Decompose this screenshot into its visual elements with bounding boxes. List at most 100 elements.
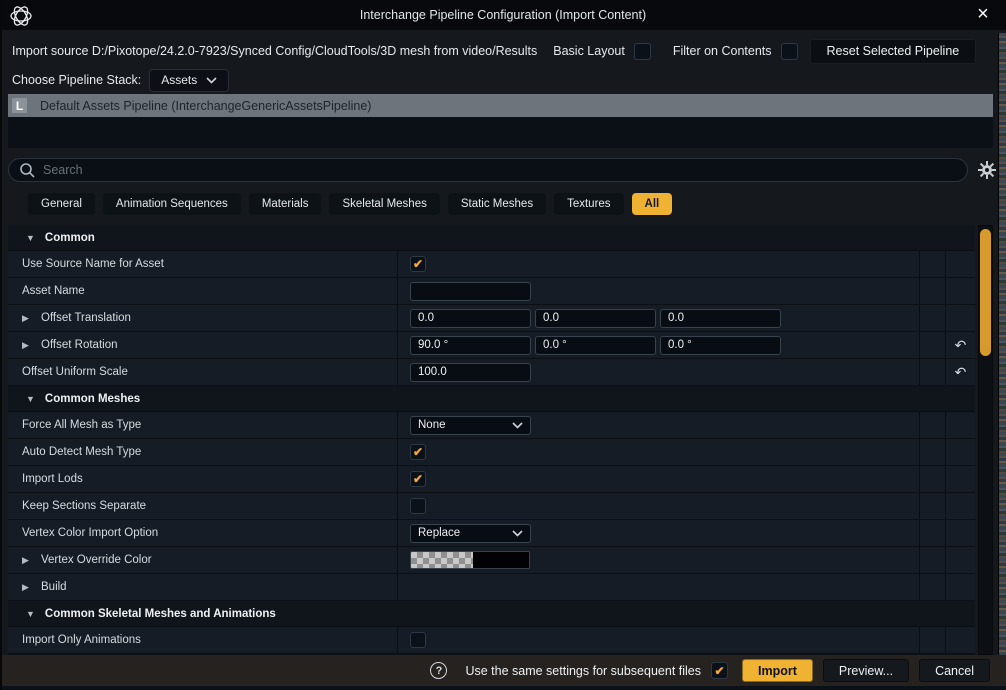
reset-selected-pipeline-button[interactable]: Reset Selected Pipeline	[810, 39, 977, 64]
dropdown-value: None	[418, 419, 446, 431]
tab-materials[interactable]: Materials	[249, 193, 322, 215]
close-button[interactable]: ×	[970, 1, 996, 27]
row-spacer-cell	[919, 412, 945, 438]
property-label-cell: ▶Offset Rotation	[8, 332, 397, 358]
choose-pipeline-stack-label: Choose Pipeline Stack:	[12, 73, 141, 87]
pipeline-list: L Default Assets Pipeline (InterchangeGe…	[8, 94, 993, 148]
auto-detect-mesh-type-checkbox[interactable]	[410, 444, 426, 460]
keep-sections-separate-checkbox[interactable]	[410, 498, 426, 514]
property-label-cell: Vertex Color Import Option	[8, 520, 397, 546]
property-value-cell	[397, 574, 919, 600]
scrollbar-thumb[interactable]	[980, 229, 991, 356]
collapse-arrow-icon: ▼	[26, 394, 35, 404]
row-spacer-cell	[919, 466, 945, 492]
property-label: Keep Sections Separate	[22, 500, 146, 512]
offset-rotation-input-2[interactable]: 0.0 °	[660, 336, 781, 355]
property-row-keep-sections-separate: Keep Sections Separate	[8, 493, 975, 520]
tab-textures[interactable]: Textures	[554, 193, 623, 215]
pipeline-stack-dropdown[interactable]: Assets	[149, 69, 229, 92]
tab-animation-sequences[interactable]: Animation Sequences	[103, 193, 241, 215]
filter-on-contents-checkbox[interactable]	[781, 43, 798, 60]
row-reset-cell	[945, 251, 975, 277]
tab-general[interactable]: General	[28, 193, 95, 215]
app-logo-icon	[8, 3, 34, 29]
section-header-common[interactable]: ▼Common	[8, 225, 975, 251]
offset-translation-input-2[interactable]: 0.0	[660, 309, 781, 328]
color-alpha-checker	[411, 552, 473, 568]
force-all-mesh-as-type-dropdown[interactable]: None	[410, 416, 531, 435]
import-only-animations-checkbox[interactable]	[410, 632, 426, 648]
tab-all[interactable]: All	[632, 193, 673, 215]
property-value-cell	[397, 278, 919, 304]
dropdown-value: Replace	[418, 527, 460, 539]
reset-to-default-button[interactable]: ↶	[955, 365, 967, 379]
scrollbar-track[interactable]	[978, 225, 993, 655]
import-button[interactable]: Import	[742, 659, 813, 682]
offset-rotation-input-1[interactable]: 0.0 °	[535, 336, 656, 355]
row-spacer-cell	[919, 439, 945, 465]
footer-bar: ? Use the same settings for subsequent f…	[0, 655, 1006, 686]
section-header-common-skeletal-meshes-and-animations[interactable]: ▼Common Skeletal Meshes and Animations	[8, 601, 975, 627]
row-reset-cell: ↶	[945, 359, 975, 385]
property-value-cell	[397, 251, 919, 277]
property-row-vertex-override-color: ▶ Vertex Override Color	[8, 547, 975, 574]
pipeline-stack-row: Choose Pipeline Stack: Assets	[0, 67, 1006, 93]
offset-rotation-input-0[interactable]: 90.0 °	[410, 336, 531, 355]
section-header-common-meshes[interactable]: ▼Common Meshes	[8, 386, 975, 412]
same-settings-checkbox[interactable]	[711, 662, 728, 679]
chevron-down-icon	[512, 422, 523, 429]
property-label-cell: Offset Uniform Scale	[8, 359, 397, 385]
row-reset-cell	[945, 466, 975, 492]
row-reset-cell	[945, 493, 975, 519]
chevron-down-icon	[206, 77, 217, 84]
search-row	[0, 153, 1006, 187]
property-label-cell: ▶Offset Translation	[8, 305, 397, 331]
section-title: Common Skeletal Meshes and Animations	[45, 608, 276, 620]
property-label: Vertex Override Color	[41, 554, 152, 566]
property-value-cell	[397, 439, 919, 465]
property-label: Force All Mesh as Type	[22, 419, 141, 431]
pipeline-item-label: Default Assets Pipeline (InterchangeGene…	[40, 99, 371, 113]
property-grid: ▼CommonUse Source Name for AssetAsset Na…	[8, 225, 975, 655]
search-box[interactable]	[8, 158, 968, 182]
vertex-override-color-swatch[interactable]	[410, 551, 530, 569]
help-icon[interactable]: ?	[430, 662, 447, 679]
basic-layout-checkbox[interactable]	[634, 43, 651, 60]
row-reset-cell	[945, 439, 975, 465]
expand-arrow-icon[interactable]: ▶	[22, 313, 34, 324]
offset-translation-input-1[interactable]: 0.0	[535, 309, 656, 328]
import-lods-checkbox[interactable]	[410, 471, 426, 487]
property-value-cell: None	[397, 412, 919, 438]
row-reset-cell	[945, 412, 975, 438]
row-reset-cell	[945, 520, 975, 546]
reset-to-default-button[interactable]: ↶	[955, 338, 967, 352]
row-spacer-cell	[919, 574, 945, 600]
property-label-cell: Force All Mesh as Type	[8, 412, 397, 438]
property-label-cell: Auto Detect Mesh Type	[8, 439, 397, 465]
property-value-cell	[397, 466, 919, 492]
property-label: Offset Uniform Scale	[22, 366, 128, 378]
expand-arrow-icon[interactable]: ▶	[22, 582, 34, 593]
offset-translation-input-0[interactable]: 0.0	[410, 309, 531, 328]
search-input[interactable]	[43, 163, 957, 177]
row-spacer-cell	[919, 493, 945, 519]
property-value-cell	[397, 547, 919, 573]
property-label-cell: Import Lods	[8, 466, 397, 492]
cancel-button[interactable]: Cancel	[919, 659, 990, 682]
tab-skeletal-meshes[interactable]: Skeletal Meshes	[329, 193, 439, 215]
offset-uniform-scale-input[interactable]: 100.0	[410, 363, 531, 382]
use-source-name-for-asset-checkbox[interactable]	[410, 256, 426, 272]
import-toolbar: Import source D:/Pixotope/24.2.0-7923/Sy…	[0, 36, 1006, 66]
preview-button[interactable]: Preview...	[823, 659, 909, 682]
settings-gear-icon[interactable]	[977, 160, 997, 180]
tab-static-meshes[interactable]: Static Meshes	[448, 193, 546, 215]
property-row-build: ▶Build	[8, 574, 975, 601]
asset-name-input[interactable]	[410, 282, 531, 301]
property-row-auto-detect-mesh-type: Auto Detect Mesh Type	[8, 439, 975, 466]
expand-arrow-icon[interactable]: ▶	[22, 555, 34, 566]
expand-arrow-icon[interactable]: ▶	[22, 340, 34, 351]
window-title: Interchange Pipeline Configuration (Impo…	[360, 8, 646, 22]
vertex-color-import-option-dropdown[interactable]: Replace	[410, 524, 531, 543]
row-spacer-cell	[919, 359, 945, 385]
pipeline-list-item[interactable]: L Default Assets Pipeline (InterchangeGe…	[8, 94, 993, 117]
